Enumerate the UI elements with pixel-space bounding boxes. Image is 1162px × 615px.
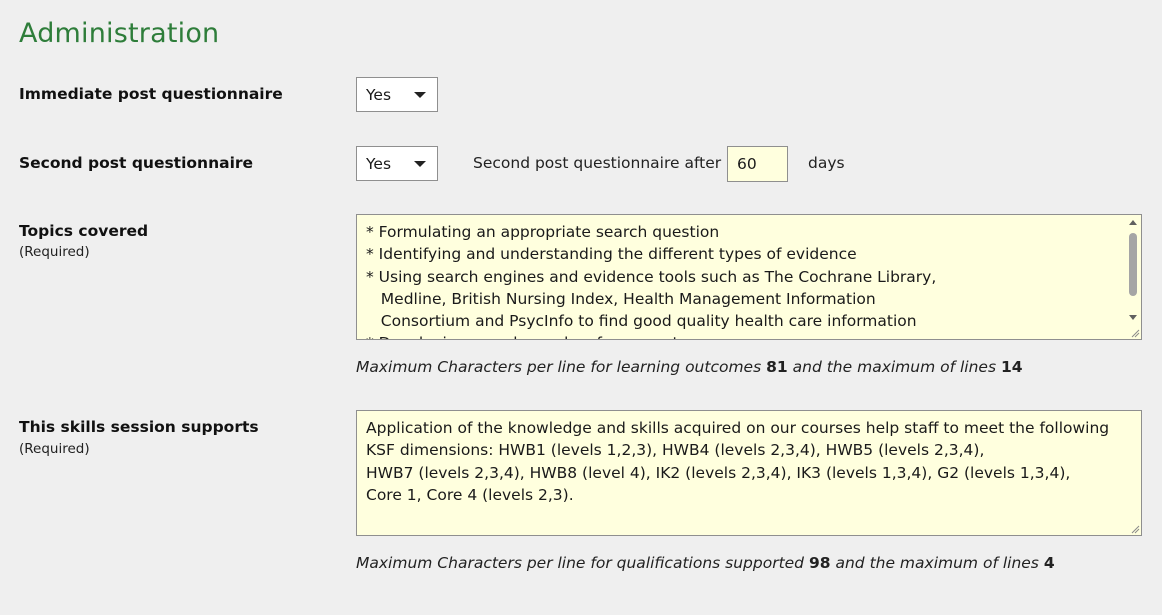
skills-limit-hint: Maximum Characters per line for qualific… [356, 554, 1055, 572]
topics-covered-text: * Formulating an appropriate search ques… [366, 223, 937, 339]
second-post-label: Second post questionnaire [19, 154, 254, 172]
resize-grip-icon[interactable] [1130, 524, 1140, 534]
skills-hint-prefix: Maximum Characters per line for qualific… [356, 554, 805, 572]
second-post-select-value: Yes [366, 154, 392, 173]
topics-scrollbar[interactable] [1125, 215, 1141, 339]
topics-max-chars: 81 [766, 358, 788, 376]
section-title: Administration [19, 18, 220, 49]
topics-hint-middle: and the maximum of lines [792, 358, 997, 376]
skills-max-lines: 4 [1043, 554, 1055, 572]
skills-max-chars: 98 [808, 554, 831, 572]
administration-page: Administration Immediate post questionna… [0, 0, 1162, 615]
second-post-days-input[interactable] [727, 146, 788, 182]
skills-supports-text: Application of the knowledge and skills … [366, 419, 1110, 504]
topics-limit-hint: Maximum Characters per line for learning… [356, 358, 1023, 376]
topics-required-label: (Required) [19, 244, 90, 260]
immediate-post-select[interactable]: Yes [356, 77, 438, 112]
topics-covered-textarea[interactable]: * Formulating an appropriate search ques… [356, 214, 1142, 340]
resize-grip-icon[interactable] [1130, 328, 1140, 338]
topics-max-lines: 14 [1000, 358, 1023, 376]
skills-supports-label: This skills session supports [19, 418, 259, 436]
second-post-select[interactable]: Yes [356, 146, 438, 181]
skills-required-label: (Required) [19, 441, 90, 457]
second-post-after-label: Second post questionnaire after [473, 154, 722, 172]
skills-hint-middle: and the maximum of lines [835, 554, 1039, 572]
days-unit-label: days [808, 154, 845, 172]
skills-supports-textarea[interactable]: Application of the knowledge and skills … [356, 410, 1142, 536]
topics-covered-label: Topics covered [19, 222, 149, 240]
dropdown-arrow-icon [414, 161, 426, 167]
scroll-down-arrow-icon[interactable] [1129, 315, 1137, 320]
dropdown-arrow-icon [414, 92, 426, 98]
scroll-up-arrow-icon[interactable] [1129, 220, 1137, 225]
immediate-post-label: Immediate post questionnaire [19, 85, 283, 103]
scrollbar-thumb[interactable] [1129, 233, 1137, 296]
topics-hint-prefix: Maximum Characters per line for learning… [356, 358, 762, 376]
immediate-post-select-value: Yes [366, 85, 392, 104]
